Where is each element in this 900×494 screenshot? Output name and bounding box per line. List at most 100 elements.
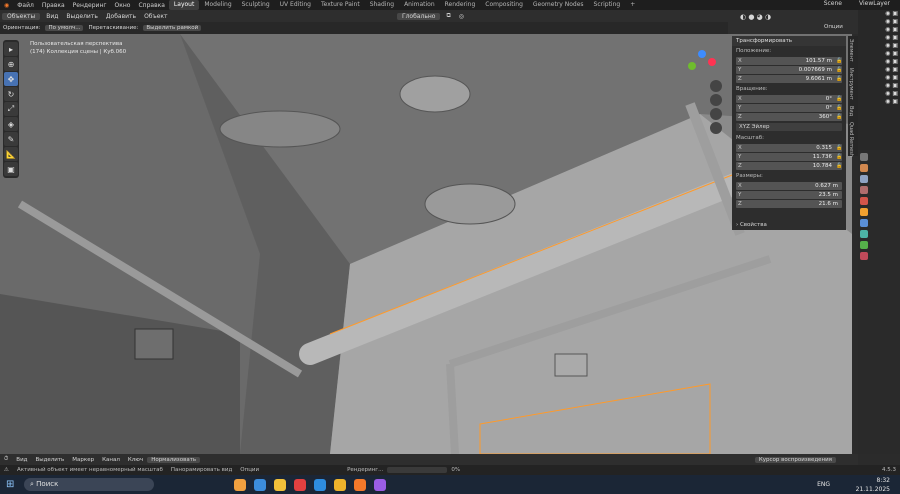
camera-icon[interactable] [710, 108, 722, 120]
data-props-icon[interactable] [860, 241, 868, 249]
viewlayer-selector[interactable]: ViewLayer [859, 0, 890, 7]
outliner-row[interactable]: ◉ ▣ [858, 82, 900, 90]
measure-tool-icon[interactable]: 📐 [4, 147, 18, 161]
tab-compositing[interactable]: Compositing [480, 0, 528, 10]
drag-dropdown[interactable]: Выделить рамкой [143, 25, 202, 31]
windows-start-icon[interactable]: ⊞ [6, 479, 14, 490]
outliner-row[interactable]: ◉ ▣ [858, 26, 900, 34]
outliner-row[interactable]: ◉ ▣ [858, 18, 900, 26]
menu-file[interactable]: Файл [13, 2, 38, 9]
app-icon[interactable] [334, 478, 346, 491]
rotation-y-field[interactable]: Y 0° 🔓 [736, 104, 842, 112]
outliner-row[interactable]: ◉ ▣ [858, 90, 900, 98]
dims-z-field[interactable]: Z 21.6 m [736, 200, 842, 208]
pan-hand-icon[interactable] [710, 94, 722, 106]
transform-space-dropdown[interactable]: Глобально [396, 12, 441, 20]
tab-shading[interactable]: Shading [365, 0, 399, 10]
output-props-icon[interactable] [860, 175, 868, 183]
gizmo-x-icon[interactable] [708, 58, 716, 66]
timeline-menu-select[interactable]: Выделить [31, 457, 68, 463]
app-icon-2[interactable] [374, 478, 386, 491]
outliner-row[interactable]: ◉ ▣ [858, 74, 900, 82]
options-button[interactable]: Опции [824, 24, 843, 30]
tab-texture-paint[interactable]: Texture Paint [316, 0, 365, 10]
zoom-icon[interactable] [710, 80, 722, 92]
physics-props-icon[interactable] [860, 230, 868, 238]
menu-render[interactable]: Рендеринг [69, 2, 111, 9]
shading-modes-icon[interactable]: ◐ ● ◕ ◑ [740, 13, 771, 21]
add-cube-tool-icon[interactable]: ▣ [4, 162, 18, 176]
timeline-menu-channel[interactable]: Канал [98, 457, 124, 463]
dims-y-field[interactable]: Y 23.5 m [736, 191, 842, 199]
telegram-icon[interactable] [314, 478, 326, 491]
tab-uv-editing[interactable]: UV Editing [275, 0, 316, 10]
blender-taskbar-icon[interactable] [354, 478, 366, 491]
tab-scripting[interactable]: Scripting [589, 0, 626, 10]
explorer-icon[interactable] [274, 478, 286, 491]
outliner-row[interactable]: ◉ ▣ [858, 58, 900, 66]
render-props-icon[interactable] [860, 164, 868, 172]
annotate-tool-icon[interactable]: ✎ [4, 132, 18, 146]
menu-help[interactable]: Справка [134, 2, 168, 9]
tool-props-icon[interactable] [860, 153, 868, 161]
tab-modeling[interactable]: Modeling [199, 0, 236, 10]
dims-x-field[interactable]: X 0.627 m [736, 182, 842, 190]
gizmo-y-icon[interactable] [688, 62, 696, 70]
add-workspace-button[interactable]: + [625, 0, 640, 10]
outliner-row[interactable]: ◉ ▣ [858, 42, 900, 50]
edge-icon[interactable] [254, 478, 266, 491]
blender-logo-icon[interactable]: ◉ [0, 2, 13, 9]
tab-item[interactable]: Элемент [848, 36, 854, 65]
rotation-x-field[interactable]: X 0° 🔓 [736, 95, 842, 103]
scale-z-field[interactable]: Z 10.784 🔓 [736, 162, 842, 170]
snap-icon[interactable]: ⧉ [442, 12, 454, 20]
location-x-field[interactable]: X 101.57 m 🔓 [736, 57, 842, 65]
scene-selector[interactable]: Scene [824, 0, 842, 7]
keying-dropdown[interactable]: Курсор воспроизведения [754, 456, 836, 463]
tab-layout[interactable]: Layout [168, 0, 200, 10]
menu-select[interactable]: Выделить [62, 13, 101, 20]
scene-props-icon[interactable] [860, 186, 868, 194]
object-props-icon[interactable] [860, 208, 868, 216]
menu-view[interactable]: Вид [42, 13, 62, 20]
menu-object[interactable]: Объект [140, 13, 171, 20]
timeline-editor-icon[interactable]: ⏱ [0, 456, 12, 463]
location-y-field[interactable]: Y 0.007669 m 🔓 [736, 66, 842, 74]
rotate-tool-icon[interactable]: ↻ [4, 87, 18, 101]
language-indicator[interactable]: ENG [817, 480, 830, 489]
outliner-row[interactable]: ◉ ▣ [858, 66, 900, 74]
menu-window[interactable]: Окно [111, 2, 135, 9]
timeline-menu-view[interactable]: Вид [12, 457, 31, 463]
move-tool-icon[interactable]: ✥ [4, 72, 18, 86]
clock-date[interactable]: 21.11.2025 [856, 485, 890, 494]
scale-x-field[interactable]: X 0.315 🔓 [736, 144, 842, 152]
proportional-icon[interactable]: ◎ [455, 13, 468, 20]
modifier-props-icon[interactable] [860, 219, 868, 227]
rotation-mode-dropdown[interactable]: XYZ Эйлер [736, 123, 842, 131]
tab-rendering[interactable]: Rendering [440, 0, 481, 10]
rotation-z-field[interactable]: Z 360° 🔓 [736, 113, 842, 121]
tab-animation[interactable]: Animation [399, 0, 440, 10]
navigation-gizmo[interactable] [686, 42, 726, 142]
tab-geometry-nodes[interactable]: Geometry Nodes [528, 0, 589, 10]
clock-time[interactable]: 8:32 [856, 476, 890, 485]
tab-sculpting[interactable]: Sculpting [237, 0, 275, 10]
menu-add[interactable]: Добавить [102, 13, 140, 20]
mode-dropdown[interactable]: Объекты [2, 12, 41, 20]
taskbar-search[interactable]: ⌕ Поиск [24, 478, 154, 491]
normalize-toggle[interactable]: Нормализовать [147, 456, 201, 463]
cursor-tool-icon[interactable]: ⊕ [4, 57, 18, 71]
taskview-icon[interactable] [234, 478, 246, 491]
scale-y-field[interactable]: Y 11.736 🔓 [736, 153, 842, 161]
scale-tool-icon[interactable]: ⤢ [4, 102, 18, 116]
tab-quad-remesh[interactable]: Quad Remesh [848, 119, 854, 160]
chrome-icon[interactable] [294, 478, 306, 491]
outliner-row[interactable]: ◉ ▣ [858, 10, 900, 18]
material-props-icon[interactable] [860, 252, 868, 260]
tab-tool[interactable]: Инструмент [848, 65, 854, 103]
timeline-menu-marker[interactable]: Маркер [68, 457, 98, 463]
tab-view[interactable]: Вид [848, 103, 854, 119]
transform-tool-icon[interactable]: ◈ [4, 117, 18, 131]
grid-view-icon[interactable] [710, 122, 722, 134]
outliner-row[interactable]: ◉ ▣ [858, 98, 900, 106]
